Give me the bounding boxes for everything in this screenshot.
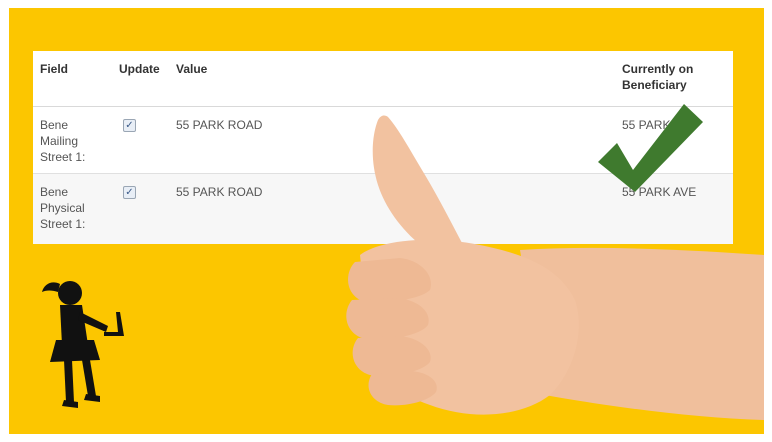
- field-label: Bene Physical Street 1:: [40, 185, 86, 231]
- column-header-currently-on-beneficiary: Currently on Beneficiary: [622, 62, 694, 92]
- value-cell: 55 PARK ROAD: [176, 185, 263, 199]
- current-value-cell: 55 PARK AVE: [622, 185, 697, 199]
- current-value-cell: 55 PARK AVE: [622, 118, 697, 132]
- column-header-value: Value: [176, 62, 208, 76]
- column-header-field: Field: [40, 62, 69, 76]
- table-row: Bene Physical Street 1: ✓ 55 PARK ROAD 5…: [33, 174, 733, 244]
- table-row: Bene Mailing Street 1: ✓ 55 PARK ROAD 55…: [33, 107, 733, 174]
- value-cell: 55 PARK ROAD: [176, 118, 263, 132]
- table-header-row: Field Update Value Currently on Benefici…: [33, 51, 733, 107]
- frame: Field Update Value Currently on Benefici…: [0, 0, 772, 442]
- data-table: Field Update Value Currently on Benefici…: [33, 51, 733, 244]
- update-checkbox[interactable]: ✓: [123, 186, 136, 199]
- column-header-update: Update: [119, 62, 160, 76]
- field-label: Bene Mailing Street 1:: [40, 118, 86, 164]
- update-checkbox[interactable]: ✓: [123, 119, 136, 132]
